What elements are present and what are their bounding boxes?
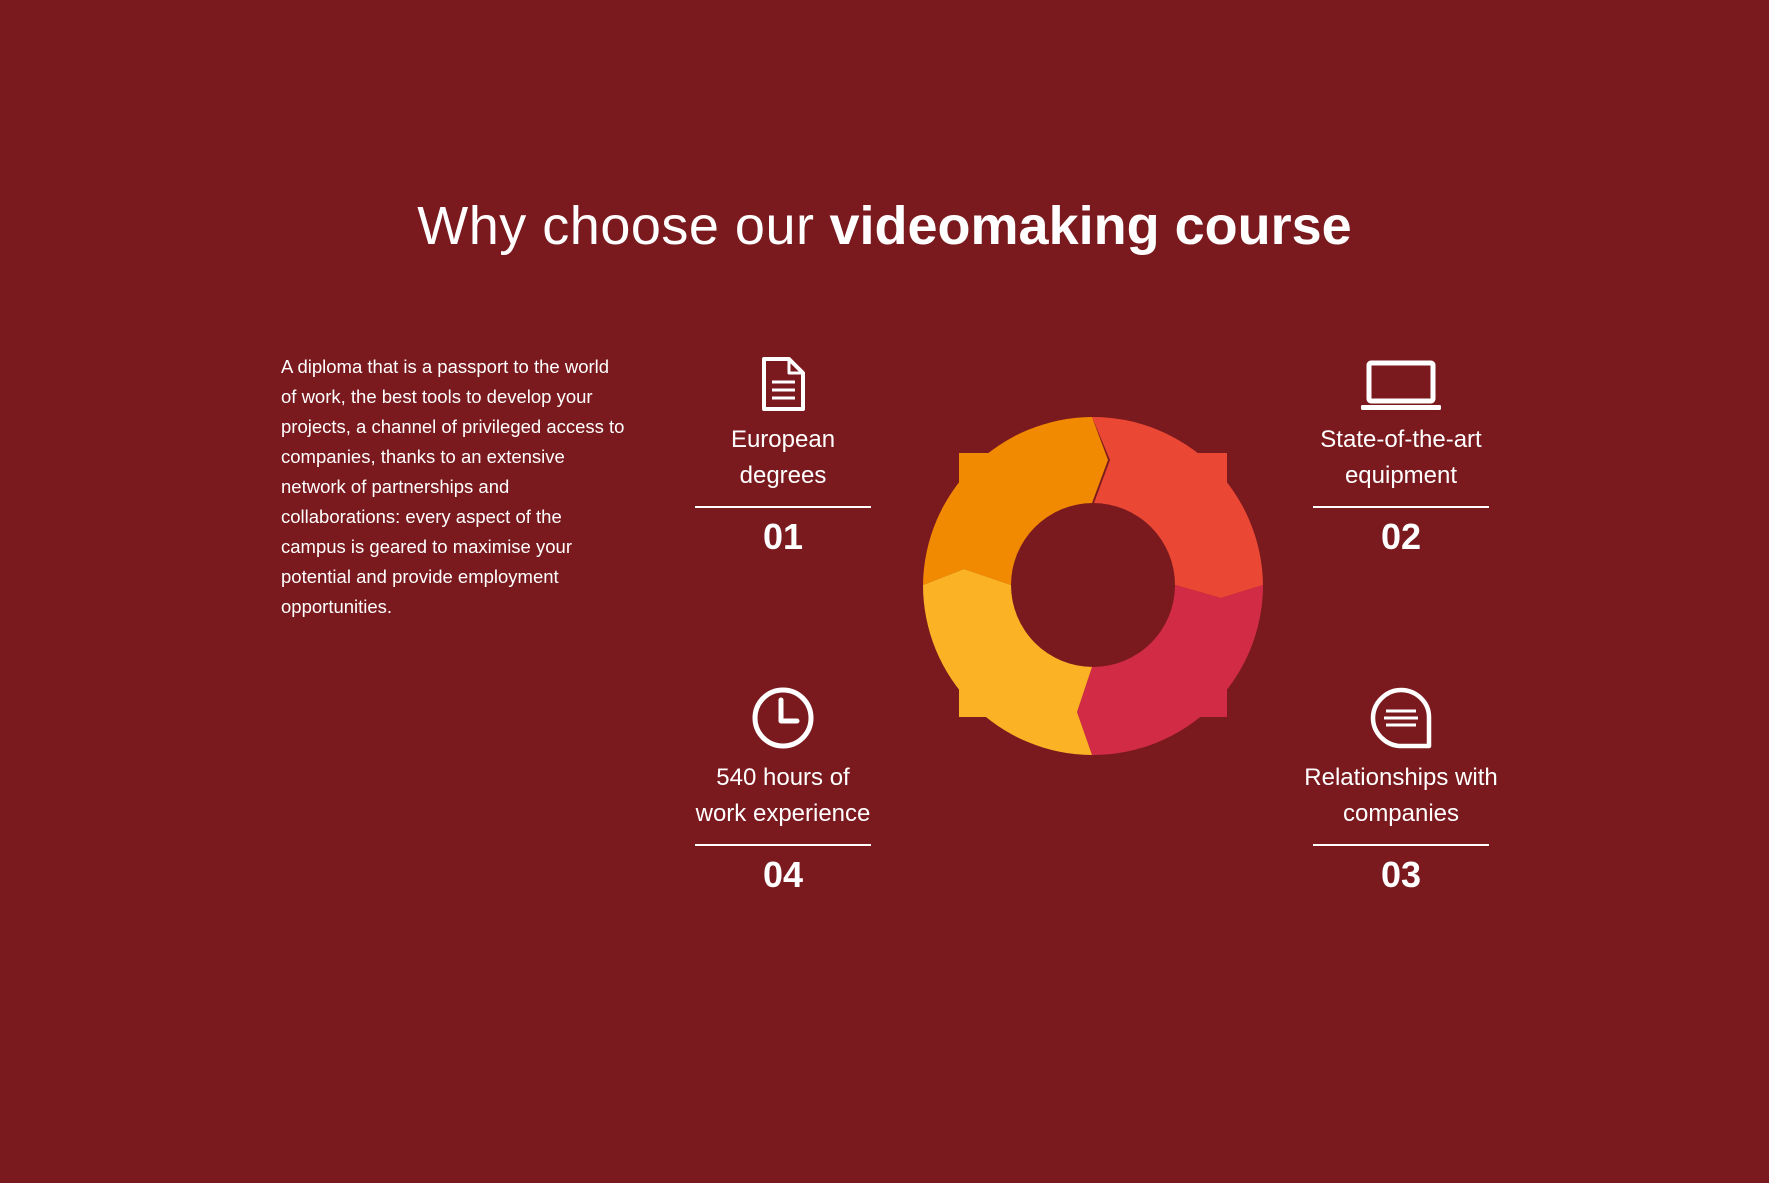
clock-icon (752, 687, 814, 749)
document-icon (762, 357, 805, 411)
feature-divider (695, 506, 871, 508)
feature-number: 04 (762, 854, 804, 895)
feature-number: 03 (1380, 854, 1422, 895)
feature-divider (1313, 506, 1489, 508)
ring-center-hole (1011, 503, 1175, 667)
chat-bubble-icon (1370, 687, 1432, 749)
feature-divider (1313, 844, 1489, 846)
feature-work-experience: 540 hours of work experience 04 (668, 686, 898, 898)
laptop-icon (1361, 360, 1441, 410)
feature-number: 01 (762, 516, 804, 557)
feature-relationships: Relationships with companies 03 (1286, 686, 1516, 898)
feature-label: State-of-the-art equipment (1320, 426, 1482, 489)
page-title: Why choose our videomaking course (0, 190, 1769, 262)
cycle-ring-graphic (923, 416, 1263, 756)
title-bold: videomaking course (829, 196, 1352, 256)
title-light: Why choose our (417, 196, 815, 256)
feature-divider (695, 844, 871, 846)
feature-number: 02 (1380, 516, 1422, 557)
feature-label: Relationships with companies (1304, 764, 1498, 827)
feature-equipment: State-of-the-art equipment 02 (1286, 356, 1516, 560)
feature-european-degrees: European degrees 01 (668, 356, 898, 560)
intro-paragraph: A diploma that is a passport to the worl… (281, 356, 625, 617)
feature-label: 540 hours of work experience (695, 764, 871, 827)
feature-label: European degrees (730, 426, 836, 489)
